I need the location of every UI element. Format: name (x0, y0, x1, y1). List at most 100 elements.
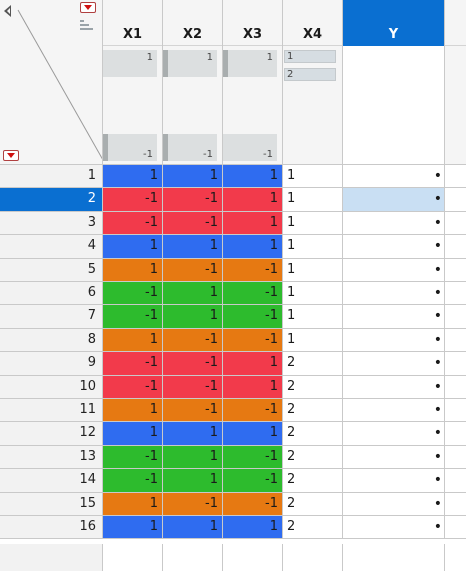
column-name-x1[interactable]: X1 (103, 0, 162, 46)
cell-x4[interactable]: 1 (283, 211, 343, 236)
row-number[interactable]: 7 (0, 305, 103, 329)
row-number[interactable]: 12 (0, 422, 103, 446)
column-header-x2[interactable]: X2 1 -1 (163, 0, 223, 165)
cell-x4[interactable]: 1 (283, 305, 343, 329)
cell-x3[interactable]: 1 (223, 422, 283, 446)
cell-x2[interactable]: 1 (163, 422, 223, 446)
table-row[interactable]: 12 1 1 1 2 • (0, 422, 466, 446)
cell-x4[interactable]: 2 (283, 516, 343, 540)
cell-x1[interactable]: -1 (103, 445, 163, 470)
row-number[interactable]: 6 (0, 282, 103, 306)
cell-x2[interactable]: -1 (163, 258, 223, 282)
cell-y[interactable]: • (343, 399, 445, 423)
cell-x4[interactable]: 1 (283, 188, 343, 212)
cell-x3[interactable]: 1 (223, 375, 283, 399)
cell-y[interactable]: • (343, 422, 445, 446)
cell-x4[interactable]: 1 (283, 258, 343, 282)
row-number[interactable]: 14 (0, 469, 103, 493)
cell-x2[interactable]: -1 (163, 375, 223, 399)
cell-x3[interactable]: -1 (223, 305, 283, 329)
cell-x3[interactable]: -1 (223, 445, 283, 470)
cell-x3[interactable]: 1 (223, 516, 283, 540)
cell-x1[interactable]: 1 (103, 258, 163, 282)
cell-x4[interactable]: 2 (283, 352, 343, 376)
row-number[interactable]: 8 (0, 328, 103, 353)
cell-x1[interactable]: 1 (103, 235, 163, 259)
cell-x2[interactable]: 1 (163, 469, 223, 493)
cell-x3[interactable]: -1 (223, 328, 283, 353)
column-header-x3[interactable]: X3 1 -1 (223, 0, 283, 165)
row-number[interactable]: 3 (0, 211, 103, 236)
cell-x4[interactable]: 2 (283, 492, 343, 516)
cell-x1[interactable]: -1 (103, 188, 163, 212)
cell-x3[interactable]: -1 (223, 469, 283, 493)
cell-x4[interactable]: 2 (283, 445, 343, 470)
cell-y[interactable]: • (343, 469, 445, 493)
table-row[interactable]: 1 1 1 1 1 • (0, 165, 466, 189)
cell-x4[interactable]: 1 (283, 282, 343, 306)
table-row[interactable]: 15 1 -1 -1 2 • (0, 492, 466, 516)
cell-x3[interactable]: 1 (223, 211, 283, 236)
cell-x4[interactable]: 1 (283, 165, 343, 189)
cell-y[interactable]: • (343, 211, 445, 236)
cell-y[interactable]: • (343, 328, 445, 353)
cell-x4[interactable]: 2 (283, 422, 343, 446)
cell-x2[interactable]: -1 (163, 328, 223, 353)
table-row[interactable]: 14 -1 1 -1 2 • (0, 469, 466, 493)
cell-y[interactable]: • (343, 305, 445, 329)
cell-x2[interactable]: -1 (163, 211, 223, 236)
table-row[interactable]: 10 -1 -1 1 2 • (0, 375, 466, 399)
cell-x1[interactable]: -1 (103, 352, 163, 376)
cell-y[interactable]: • (343, 445, 445, 470)
cell-x2[interactable]: -1 (163, 492, 223, 516)
column-header-y[interactable]: Y (343, 0, 445, 165)
row-number[interactable]: 10 (0, 375, 103, 399)
rows-menu-dropdown-icon[interactable] (3, 150, 19, 161)
cell-x3[interactable]: 1 (223, 352, 283, 376)
cell-x1[interactable]: -1 (103, 375, 163, 399)
cell-y[interactable]: • (343, 235, 445, 259)
row-number[interactable]: 1 (0, 165, 103, 189)
cell-x2[interactable]: -1 (163, 352, 223, 376)
row-number[interactable]: 4 (0, 235, 103, 259)
cell-x1[interactable]: 1 (103, 516, 163, 540)
cell-x1[interactable]: -1 (103, 282, 163, 306)
cell-x3[interactable]: -1 (223, 258, 283, 282)
cell-x3[interactable]: 1 (223, 165, 283, 189)
cell-x3[interactable]: -1 (223, 492, 283, 516)
cell-x1[interactable]: 1 (103, 399, 163, 423)
table-row[interactable]: 3 -1 -1 1 1 • (0, 211, 466, 236)
table-row[interactable]: 2 -1 -1 1 1 • (0, 188, 466, 212)
cell-y[interactable]: • (343, 165, 445, 189)
row-number[interactable]: 16 (0, 516, 103, 540)
cell-y[interactable]: • (343, 352, 445, 376)
cell-x4[interactable]: 2 (283, 375, 343, 399)
cell-x4[interactable]: 2 (283, 469, 343, 493)
cell-x1[interactable]: 1 (103, 328, 163, 353)
cell-x2[interactable]: -1 (163, 188, 223, 212)
cell-x2[interactable]: 1 (163, 165, 223, 189)
cell-x2[interactable]: 1 (163, 282, 223, 306)
cell-x3[interactable]: -1 (223, 399, 283, 423)
cell-x4[interactable]: 1 (283, 235, 343, 259)
cell-y[interactable]: • (343, 188, 445, 212)
cell-x3[interactable]: 1 (223, 235, 283, 259)
cell-x2[interactable]: 1 (163, 445, 223, 470)
cell-x4[interactable]: 2 (283, 399, 343, 423)
table-row[interactable]: 11 1 -1 -1 2 • (0, 399, 466, 423)
table-row[interactable]: 6 -1 1 -1 1 • (0, 282, 466, 306)
cell-x1[interactable]: -1 (103, 305, 163, 329)
table-row[interactable]: 8 1 -1 -1 1 • (0, 328, 466, 353)
column-header-x1[interactable]: X1 1 -1 (103, 0, 163, 165)
column-name-x3[interactable]: X3 (223, 0, 282, 46)
column-name-x4[interactable]: X4 (283, 0, 342, 46)
table-row[interactable]: 5 1 -1 -1 1 • (0, 258, 466, 282)
cell-x1[interactable]: 1 (103, 422, 163, 446)
table-row[interactable]: 9 -1 -1 1 2 • (0, 352, 466, 376)
row-number[interactable]: 5 (0, 258, 103, 282)
row-number[interactable]: 2 (0, 188, 103, 212)
cell-x1[interactable]: -1 (103, 469, 163, 493)
columns-menu-dropdown-icon[interactable] (80, 2, 96, 13)
column-name-x2[interactable]: X2 (163, 0, 222, 46)
cell-x1[interactable]: 1 (103, 165, 163, 189)
